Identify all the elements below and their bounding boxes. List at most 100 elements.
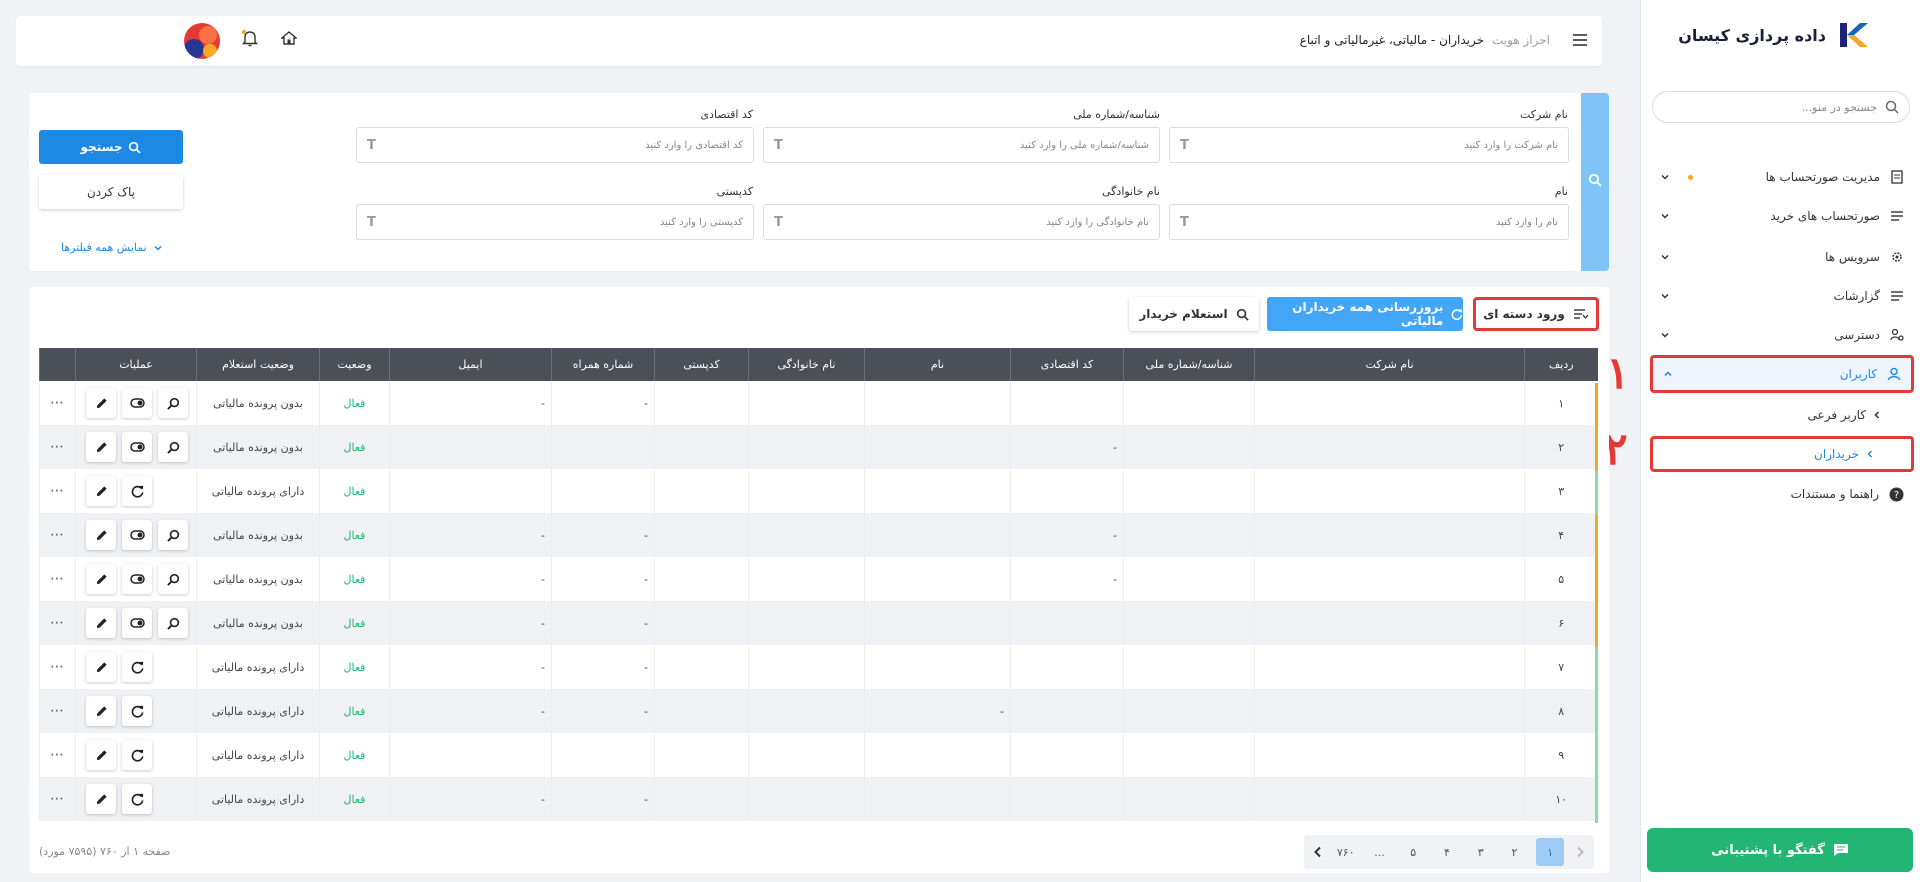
column-header[interactable]: کدپستی xyxy=(654,348,749,381)
sidebar-item-help[interactable]: ? راهنما و مستندات xyxy=(1650,477,1914,511)
toggle-status-button[interactable] xyxy=(122,520,152,550)
column-header[interactable]: شناسه/شماره ملی xyxy=(1123,348,1255,381)
sidebar-subitem-sub-user[interactable]: کاربر فرعی xyxy=(1652,400,1882,430)
toggle-status-button[interactable] xyxy=(122,388,152,418)
more-actions-button[interactable]: ⋯ xyxy=(39,557,76,601)
national-id-input[interactable]: شناسه/شماره ملی را وارد کنید T xyxy=(763,127,1160,163)
home-icon[interactable] xyxy=(281,30,297,46)
batch-import-button[interactable]: ورود دسته ای xyxy=(1473,297,1599,331)
page-link[interactable]: ۵ xyxy=(1401,846,1425,859)
batch-import-label: ورود دسته ای xyxy=(1483,307,1565,321)
sidebar-search-input[interactable]: جستجو در منو... xyxy=(1652,91,1910,123)
edit-button[interactable] xyxy=(86,696,116,726)
column-header[interactable]: نام شرکت xyxy=(1254,348,1525,381)
more-actions-button[interactable]: ⋯ xyxy=(39,425,76,469)
sidebar-item-purchase-invoices[interactable]: صورتحساب های خرید xyxy=(1650,199,1914,233)
actions-cell xyxy=(75,733,197,777)
search-button[interactable]: جستجو xyxy=(39,130,183,164)
inquiry-button[interactable] xyxy=(158,608,188,638)
table-row[interactable]: ۹ فعال دارای پرونده مالیاتی ⋯ xyxy=(39,733,1598,777)
edit-button[interactable] xyxy=(86,564,116,594)
page-link[interactable]: ۳ xyxy=(1469,846,1493,859)
more-actions-button[interactable]: ⋯ xyxy=(39,601,76,645)
update-all-buyers-button[interactable]: بروزرسانی همه خریداران مالیاتی xyxy=(1267,297,1463,331)
first-name-input[interactable]: نام را وارد کنید T xyxy=(1169,204,1569,240)
chevron-right-icon[interactable] xyxy=(1574,846,1586,858)
sidebar-item-services[interactable]: سرویس ها xyxy=(1650,240,1914,274)
more-actions-button[interactable]: ⋯ xyxy=(39,645,76,689)
brand-logo[interactable]: داده پردازی کیسان xyxy=(1678,20,1870,50)
refresh-button[interactable] xyxy=(122,740,152,770)
more-actions-button[interactable]: ⋯ xyxy=(39,381,76,425)
column-header[interactable]: شماره همراه xyxy=(551,348,655,381)
sidebar-item-reports[interactable]: گزارشات xyxy=(1650,279,1914,313)
row-index: ۳ xyxy=(1524,469,1598,513)
edit-button[interactable] xyxy=(86,476,116,506)
edit-button[interactable] xyxy=(86,740,116,770)
company-name-input[interactable]: نام شرکت را وارد کنید T xyxy=(1169,127,1569,163)
more-actions-button[interactable]: ⋯ xyxy=(39,689,76,733)
more-actions-button[interactable]: ⋯ xyxy=(39,469,76,513)
chevron-left-icon[interactable] xyxy=(1312,846,1324,858)
family-name-input[interactable]: نام خانوادگی را وارد کنید T xyxy=(763,204,1160,240)
breadcrumb-parent[interactable]: احراز هویت xyxy=(1492,33,1550,47)
table-row[interactable]: ۶- - فعال بدون پرونده مالیاتی ⋯ xyxy=(39,601,1598,645)
column-header[interactable]: ردیف xyxy=(1524,348,1598,381)
column-header[interactable]: ایمیل xyxy=(389,348,552,381)
column-header[interactable]: وضعیت استعلام xyxy=(196,348,320,381)
edit-button[interactable] xyxy=(86,784,116,814)
more-actions-button[interactable]: ⋯ xyxy=(39,513,76,557)
inquiry-button[interactable] xyxy=(158,432,188,462)
edit-button[interactable] xyxy=(86,432,116,462)
bell-icon[interactable] xyxy=(240,28,260,48)
chat-support-button[interactable]: گفتگو با پشتیبانی xyxy=(1647,828,1913,872)
page-current[interactable]: ۱ xyxy=(1536,838,1565,866)
column-header[interactable]: نام xyxy=(864,348,1011,381)
table-row[interactable]: ۷- - فعال دارای پرونده مالیاتی ⋯ xyxy=(39,645,1598,689)
table-row[interactable]: ۲ - فعال بدون پرونده مالیاتی ⋯ xyxy=(39,425,1598,469)
refresh-button[interactable] xyxy=(122,652,152,682)
refresh-button[interactable] xyxy=(122,784,152,814)
table-row[interactable]: ۳ فعال دارای پرونده مالیاتی ⋯ xyxy=(39,469,1598,513)
buyer-inquiry-button[interactable]: استعلام خریدار xyxy=(1129,297,1259,331)
page-link[interactable]: ۷۶۰ xyxy=(1334,846,1358,859)
table-row[interactable]: ۸- - - فعال دارای پرونده مالیاتی ⋯ xyxy=(39,689,1598,733)
clear-button[interactable]: پاک کردن xyxy=(39,175,183,209)
table-row[interactable]: ۴- - - فعال بدون پرونده مالیاتی ⋯ xyxy=(39,513,1598,557)
edit-button[interactable] xyxy=(86,520,116,550)
postal-code-input[interactable]: کدپستی را وارد کنید T xyxy=(356,204,754,240)
filter-side-bar[interactable] xyxy=(1581,93,1609,271)
refresh-button[interactable] xyxy=(122,476,152,506)
more-actions-button[interactable]: ⋯ xyxy=(39,777,76,821)
table-row[interactable]: ۱۰- - فعال دارای پرونده مالیاتی ⋯ xyxy=(39,777,1598,821)
table-row[interactable]: ۱- - فعال بدون پرونده مالیاتی ⋯ xyxy=(39,381,1598,425)
toggle-status-button[interactable] xyxy=(122,608,152,638)
refresh-button[interactable] xyxy=(122,696,152,726)
mobile-cell: - xyxy=(551,645,655,689)
sidebar-subitem-buyers[interactable]: خریداران xyxy=(1650,436,1914,472)
menu-icon[interactable] xyxy=(1572,32,1588,48)
show-all-filters-link[interactable]: نمایش همه فیلترها xyxy=(61,241,163,254)
avatar[interactable] xyxy=(184,23,220,59)
sidebar-item-access[interactable]: دسترسی xyxy=(1650,318,1914,352)
sidebar-item-invoice-management[interactable]: مدیریت صورتحساب ها xyxy=(1650,160,1914,194)
national-id-label: شناسه/شماره ملی xyxy=(1073,108,1160,121)
column-header[interactable]: نام خانوادگی xyxy=(748,348,865,381)
more-actions-button[interactable]: ⋯ xyxy=(39,733,76,777)
column-header[interactable]: کد اقتصادی xyxy=(1010,348,1124,381)
page-link[interactable]: ۴ xyxy=(1435,846,1459,859)
table-row[interactable]: ۵- - - فعال بدون پرونده مالیاتی ⋯ xyxy=(39,557,1598,601)
column-header[interactable]: وضعیت xyxy=(319,348,390,381)
input-placeholder: کدپستی را وارد کنید xyxy=(659,216,743,228)
page-link[interactable]: ۲ xyxy=(1503,846,1527,859)
toggle-status-button[interactable] xyxy=(122,564,152,594)
toggle-status-button[interactable] xyxy=(122,432,152,462)
inquiry-button[interactable] xyxy=(158,388,188,418)
edit-button[interactable] xyxy=(86,652,116,682)
economic-code-input[interactable]: کد اقتصادی را وارد کنید T xyxy=(356,127,754,163)
inquiry-button[interactable] xyxy=(158,520,188,550)
inquiry-button[interactable] xyxy=(158,564,188,594)
edit-button[interactable] xyxy=(86,388,116,418)
edit-button[interactable] xyxy=(86,608,116,638)
sidebar-item-users[interactable]: کاربران xyxy=(1650,355,1914,393)
